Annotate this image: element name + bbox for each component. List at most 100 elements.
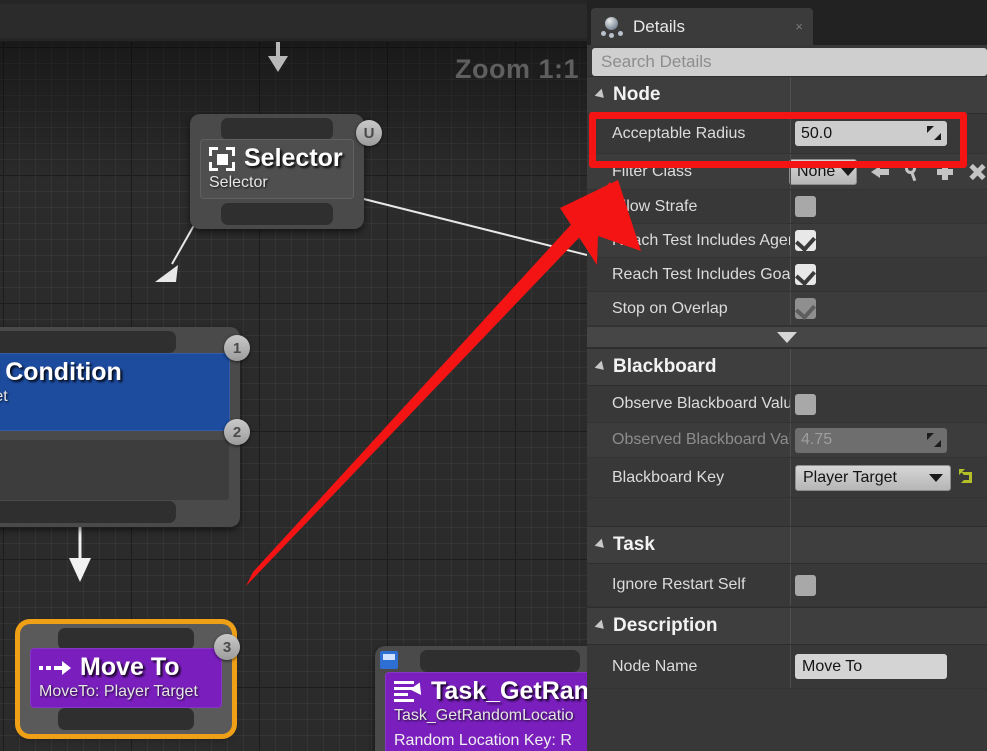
property-label: Ignore Restart Self bbox=[612, 576, 746, 593]
reach-test-goal-checkbox[interactable] bbox=[795, 264, 816, 285]
property-value: Player Target bbox=[790, 464, 987, 491]
property-row-stop-on-overlap[interactable]: Stop on Overlap bbox=[587, 292, 987, 326]
field-value: 4.75 bbox=[801, 431, 833, 448]
chevron-down-icon bbox=[594, 360, 608, 374]
property-value: 50.0 bbox=[790, 121, 987, 146]
property-value bbox=[790, 393, 987, 415]
property-row-reach-test-agent[interactable]: Reach Test Includes Agen bbox=[587, 224, 987, 258]
property-label: Node Name bbox=[612, 657, 698, 675]
column-divider bbox=[790, 77, 791, 113]
search-details-input[interactable]: Search Details bbox=[592, 48, 987, 76]
property-row-ignore-restart-self[interactable]: Ignore Restart Self bbox=[587, 564, 987, 607]
clear-icon[interactable] bbox=[967, 162, 987, 182]
property-label: Filter Class bbox=[612, 162, 693, 180]
column-divider bbox=[790, 608, 791, 644]
node-index-badge: U bbox=[356, 120, 382, 146]
chevron-down-icon bbox=[929, 473, 943, 482]
ignore-restart-self-checkbox[interactable] bbox=[795, 574, 816, 596]
reach-test-agent-checkbox[interactable] bbox=[795, 230, 816, 251]
close-icon[interactable]: × bbox=[795, 19, 803, 34]
bt-node-move-to[interactable]: Move To MoveTo: Player Target 3 bbox=[20, 624, 240, 734]
property-row-blackboard-key[interactable]: Blackboard Key Player Target bbox=[587, 458, 987, 498]
details-icon bbox=[601, 16, 623, 38]
filter-class-dropdown[interactable]: None bbox=[789, 158, 857, 185]
acceptable-radius-input[interactable]: 50.0 bbox=[795, 121, 947, 146]
property-row-observe-blackboard-value[interactable]: Observe Blackboard Value bbox=[587, 386, 987, 423]
property-row-filter-class[interactable]: Filter Class None bbox=[587, 154, 987, 190]
property-row-allow-strafe[interactable]: Allow Strafe bbox=[587, 190, 987, 224]
node-body: d Based Condition Player is Is Set bbox=[0, 353, 230, 431]
property-value: Move To bbox=[790, 654, 987, 679]
section-title: Blackboard bbox=[613, 356, 717, 377]
bt-node-task-getrandomlocation[interactable]: Task_GetRan Task_GetRandomLocatio Random… bbox=[375, 646, 587, 751]
node-index-badge: 3 bbox=[214, 634, 240, 660]
move-to-icon bbox=[39, 659, 71, 677]
node-subtitle: Player is Is Set bbox=[0, 388, 8, 405]
property-row-node-name[interactable]: Node Name Move To bbox=[587, 645, 987, 689]
dropdown-value: Player Target bbox=[803, 468, 897, 486]
bt-node-blackboard-condition[interactable]: d Based Condition Player is Is Set 1 2 bbox=[0, 327, 250, 527]
app-root: Zoom 1:1 Selector Selector U Condition t… bbox=[0, 0, 987, 751]
selector-icon bbox=[209, 146, 235, 171]
column-divider bbox=[790, 527, 791, 563]
allow-strafe-checkbox[interactable] bbox=[795, 196, 816, 217]
column-divider bbox=[790, 224, 791, 257]
node-name-input[interactable]: Move To bbox=[795, 654, 947, 679]
node-slot-bottom bbox=[221, 203, 333, 225]
observed-blackboard-value-input: 4.75 bbox=[795, 427, 947, 453]
details-panel: Details × Search Details Node Acceptable… bbox=[587, 0, 987, 751]
property-label: Observed Blackboard Valu bbox=[612, 431, 790, 448]
tab-details[interactable]: Details × bbox=[591, 8, 813, 45]
behavior-tree-graph[interactable]: Zoom 1:1 Selector Selector U Condition t… bbox=[0, 42, 587, 751]
search-placeholder: Search Details bbox=[601, 52, 712, 71]
column-divider bbox=[790, 349, 791, 385]
blackboard-key-dropdown[interactable]: Player Target bbox=[795, 464, 951, 491]
chevron-down-icon bbox=[594, 88, 608, 102]
column-divider bbox=[790, 292, 791, 325]
column-divider bbox=[790, 386, 791, 422]
section-header-node[interactable]: Node bbox=[587, 76, 987, 114]
node-slot-bottom bbox=[58, 708, 194, 730]
node-title: Selector bbox=[244, 144, 343, 172]
browse-icon[interactable] bbox=[903, 162, 923, 182]
show-more-properties-toggle[interactable] bbox=[587, 326, 987, 348]
node-body: Move To MoveTo: Player Target bbox=[30, 648, 222, 708]
property-value bbox=[790, 264, 987, 285]
section-title: Node bbox=[613, 84, 661, 105]
node-subtitle: Task_GetRandomLocatio bbox=[394, 707, 574, 724]
section-header-blackboard[interactable]: Blackboard bbox=[587, 348, 987, 386]
column-divider bbox=[790, 154, 791, 189]
graph-toolbar bbox=[0, 4, 587, 38]
task-type-badge-icon bbox=[380, 651, 398, 669]
chevron-down-icon bbox=[841, 167, 856, 176]
node-title-row: Move To bbox=[39, 653, 213, 682]
property-value: None bbox=[784, 158, 987, 185]
property-row-acceptable-radius[interactable]: Acceptable Radius 50.0 bbox=[587, 114, 987, 154]
property-label: Stop on Overlap bbox=[612, 299, 728, 317]
bt-node-selector[interactable]: Selector Selector U bbox=[190, 114, 382, 229]
chevron-down-icon bbox=[777, 332, 797, 343]
node-body: Task_GetRan Task_GetRandomLocatio Random… bbox=[385, 672, 587, 751]
section-title: Task bbox=[613, 534, 655, 555]
stop-on-overlap-checkbox[interactable] bbox=[795, 298, 816, 319]
property-row-reach-test-goal[interactable]: Reach Test Includes Goal bbox=[587, 258, 987, 292]
plus-icon[interactable] bbox=[935, 162, 955, 182]
section-header-description[interactable]: Description bbox=[587, 607, 987, 645]
node-title-row: Selector bbox=[209, 144, 345, 173]
node-body: Selector Selector bbox=[200, 139, 354, 199]
property-value bbox=[790, 230, 987, 251]
chevron-down-icon bbox=[594, 538, 608, 552]
reset-icon[interactable] bbox=[959, 468, 977, 487]
observe-blackboard-value-checkbox[interactable] bbox=[795, 393, 816, 415]
node-subtitle: MoveTo: Player Target bbox=[39, 683, 198, 700]
column-divider bbox=[790, 458, 791, 497]
spinner-icon[interactable] bbox=[927, 126, 941, 140]
node-slot-top bbox=[420, 650, 580, 672]
node-slot-top bbox=[58, 628, 194, 650]
back-icon[interactable] bbox=[871, 162, 891, 182]
section-header-task[interactable]: Task bbox=[587, 526, 987, 564]
node-title: Task_GetRan bbox=[431, 677, 587, 705]
task-icon bbox=[394, 680, 427, 704]
property-value bbox=[790, 574, 987, 596]
node-subtitle: Selector bbox=[209, 174, 268, 191]
